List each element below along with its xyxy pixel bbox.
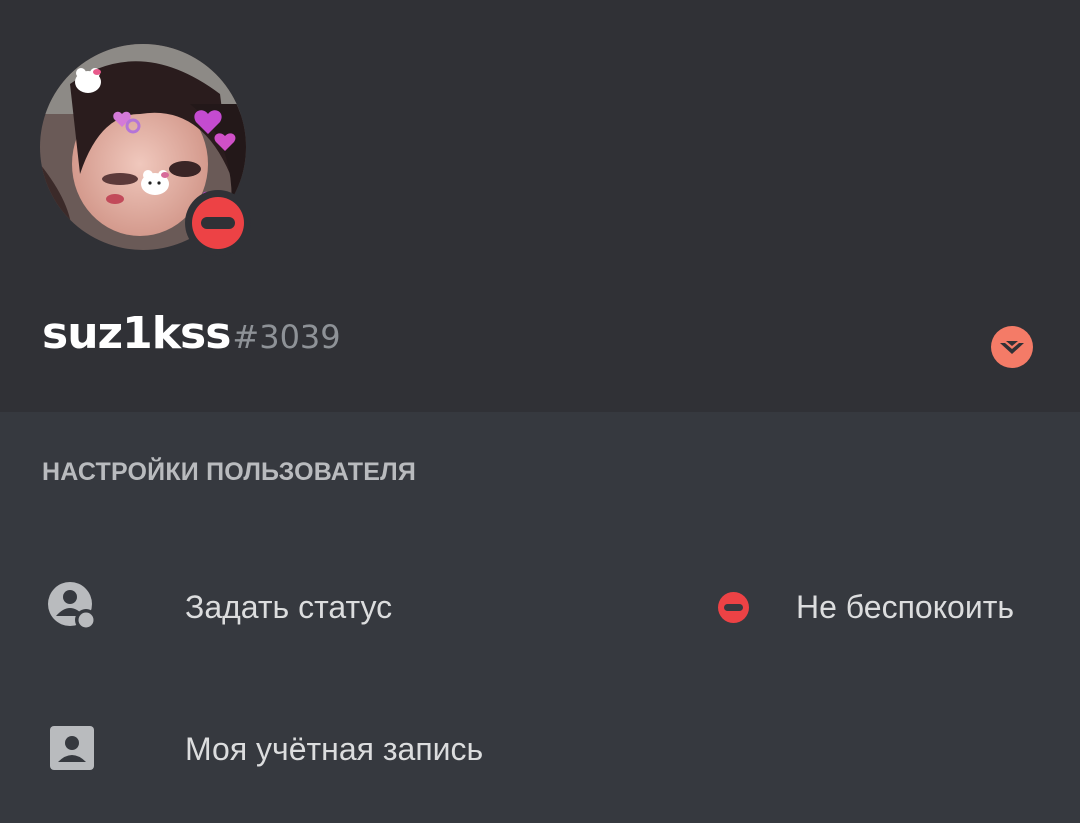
section-title: НАСТРОЙКИ ПОЛЬЗОВАТЕЛЯ bbox=[42, 458, 417, 486]
do-not-disturb-icon bbox=[192, 197, 244, 249]
nitro-badge-icon[interactable] bbox=[991, 326, 1033, 368]
avatar-container[interactable] bbox=[40, 44, 251, 256]
account-card-icon bbox=[46, 722, 98, 774]
discriminator: #3039 bbox=[232, 318, 341, 356]
do-not-disturb-icon bbox=[718, 592, 749, 623]
username: suz1kss bbox=[42, 308, 231, 359]
current-status-value: Не беспокоить bbox=[796, 589, 1015, 625]
username-row: suz1kss #3039 bbox=[42, 308, 341, 359]
set-status-row[interactable]: Задать статус Не беспокоить bbox=[0, 552, 1080, 662]
user-status-icon bbox=[46, 580, 98, 632]
my-account-label: Моя учётная запись bbox=[185, 731, 484, 767]
set-status-label: Задать статус bbox=[185, 589, 393, 625]
profile-header: suz1kss #3039 bbox=[0, 0, 1080, 412]
my-account-row[interactable]: Моя учётная запись bbox=[0, 694, 1080, 804]
